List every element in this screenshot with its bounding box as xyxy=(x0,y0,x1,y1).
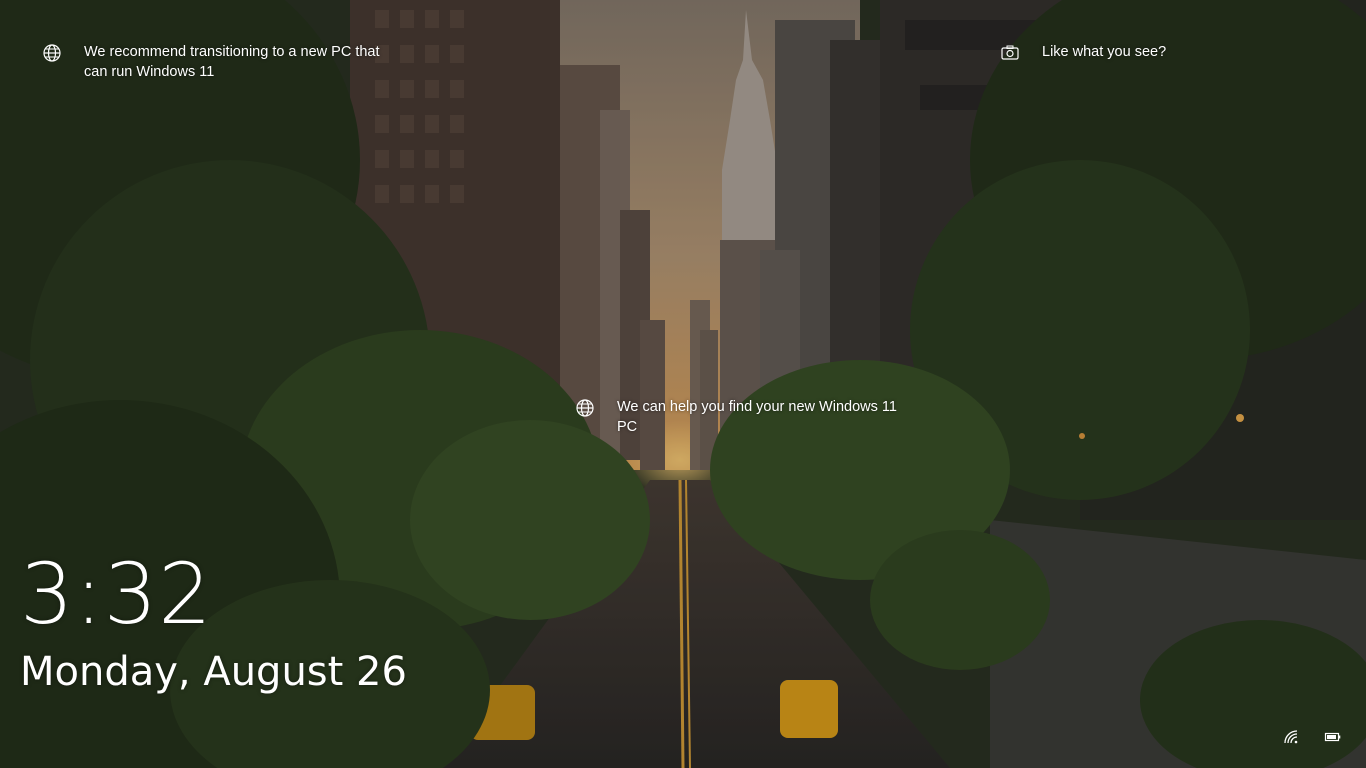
camera-icon xyxy=(1001,45,1019,60)
spotlight-hotspot-find-pc[interactable]: We can help you find your new Windows 11… xyxy=(575,397,907,437)
lock-screen-clock: 3:32 Monday, August 26 xyxy=(20,548,407,696)
like-what-you-see-label: Like what you see? xyxy=(1042,44,1167,60)
clock-date: Monday, August 26 xyxy=(20,649,407,695)
wifi-signal-icon[interactable] xyxy=(1282,728,1300,746)
spotlight-hotspot-text: We can help you find your new Windows 11… xyxy=(617,399,897,435)
spotlight-hotspot-text: We recommend transitioning to a new PC t… xyxy=(84,44,380,80)
spotlight-hotspot-transition-pc[interactable]: We recommend transitioning to a new PC t… xyxy=(42,42,384,82)
like-what-you-see-button[interactable]: Like what you see? xyxy=(1000,42,1166,63)
clock-time: 3:32 xyxy=(20,545,213,643)
globe-icon xyxy=(576,399,594,417)
globe-icon xyxy=(43,44,61,62)
lock-screen[interactable]: We recommend transitioning to a new PC t… xyxy=(0,0,1366,768)
battery-icon[interactable] xyxy=(1324,728,1342,746)
